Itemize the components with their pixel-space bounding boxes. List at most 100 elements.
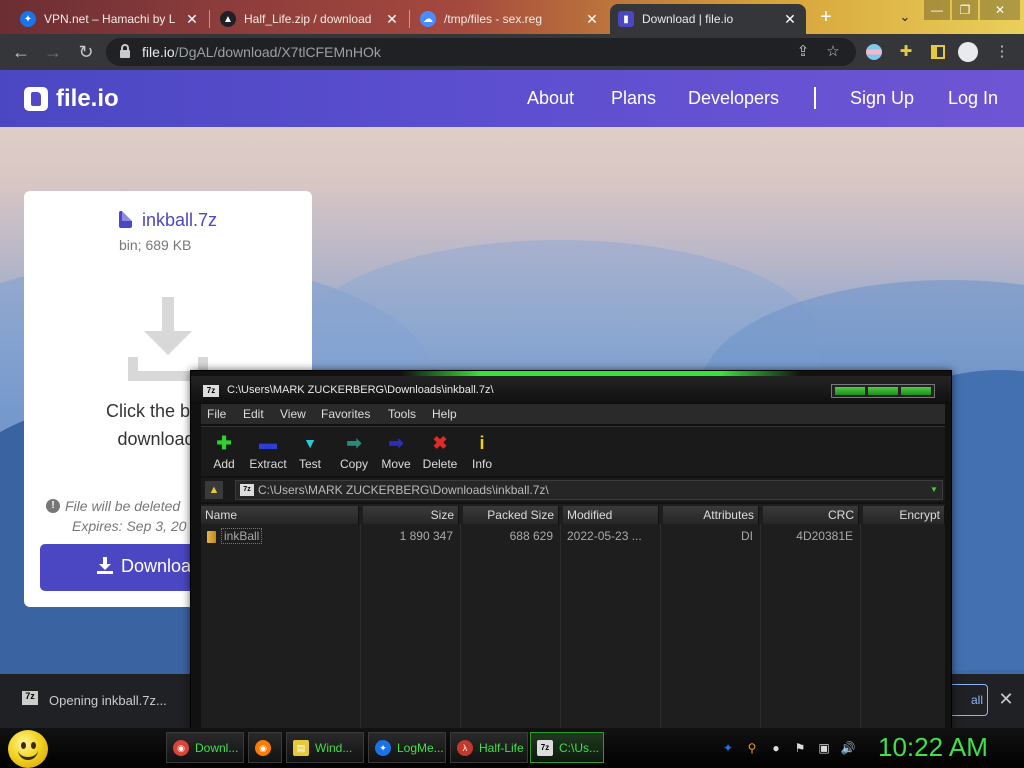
move-button[interactable]: ➡ Move: [373, 431, 419, 475]
task-label: Downl...: [195, 740, 239, 755]
file-name: inkball.7z: [142, 210, 218, 230]
hamachi-tray-icon[interactable]: ✦: [720, 740, 736, 756]
column-divider: [560, 524, 561, 730]
7zip-file-manager-window: 7z C:\Users\MARK ZUCKERBERG\Downloads\in…: [190, 370, 952, 730]
column-divider: [460, 524, 461, 730]
taskbar-item-logmein[interactable]: ✦ LogMe...: [368, 732, 446, 763]
taskbar-item-windows-explorer[interactable]: ▤ Wind...: [286, 732, 364, 763]
address-bar[interactable]: file.io/DgAL/download/X7tlCFEMnHOk ⇪ ☆: [106, 38, 856, 66]
path-combobox[interactable]: 7z C:\Users\MARK ZUCKERBERG\Downloads\in…: [235, 480, 943, 500]
nav-developers[interactable]: Developers: [688, 88, 779, 109]
taskbar-item-firefox[interactable]: ◉: [248, 732, 282, 763]
search-icon[interactable]: ⚲: [744, 740, 760, 756]
chevron-down-icon[interactable]: ▼: [926, 482, 942, 498]
extensions-puzzle-icon[interactable]: ✚: [896, 42, 916, 62]
tab-separator: [209, 10, 210, 28]
start-button-smiley-icon[interactable]: [8, 730, 48, 768]
profile-flag-icon[interactable]: [864, 42, 884, 62]
tab-title: Download | file.io: [642, 12, 734, 26]
column-header-modified[interactable]: Modified: [563, 506, 659, 524]
delete-button[interactable]: ✖ Delete: [415, 431, 465, 475]
7zip-titlebar[interactable]: 7z C:\Users\MARK ZUCKERBERG\Downloads\in…: [191, 376, 951, 404]
nav-about[interactable]: About: [527, 88, 574, 109]
taskbar-item-7zip[interactable]: 7z C:\Us...: [530, 732, 604, 763]
info-button[interactable]: i Info: [459, 431, 505, 475]
task-label: Half-Life: [479, 740, 524, 755]
nav-sign-up[interactable]: Sign Up: [850, 88, 914, 109]
minimize-button[interactable]: [835, 387, 865, 395]
network-icon[interactable]: ▣: [816, 740, 832, 756]
menu-kebab-icon[interactable]: ⋮: [992, 42, 1012, 62]
column-header-attributes[interactable]: Attributes: [663, 506, 759, 524]
tab-search-chevron-icon[interactable]: ⌄: [894, 6, 916, 28]
close-icon[interactable]: ✕: [384, 11, 400, 28]
minimize-button[interactable]: —: [924, 0, 950, 20]
url-text[interactable]: file.io/DgAL/download/X7tlCFEMnHOk: [142, 44, 381, 60]
share-icon[interactable]: ⇪: [794, 43, 812, 61]
bookmark-star-icon[interactable]: ☆: [824, 43, 842, 61]
row-size: 1 890 347: [399, 529, 453, 543]
window-close-button[interactable]: ✕: [980, 0, 1020, 20]
volume-icon[interactable]: 🔊: [840, 740, 856, 756]
task-label: C:\Us...: [559, 740, 600, 755]
menu-view[interactable]: View: [280, 407, 306, 421]
new-tab-button[interactable]: +: [812, 5, 840, 29]
tool-label: Add: [213, 457, 235, 471]
menu-file[interactable]: File: [207, 407, 226, 421]
7zip-icon: 7z: [537, 739, 553, 756]
back-arrow-icon[interactable]: ←: [9, 40, 33, 64]
copy-icon: ➡: [346, 433, 362, 453]
path-row: ▲ 7z C:\Users\MARK ZUCKERBERG\Downloads\…: [201, 478, 945, 502]
add-button[interactable]: ✚ Add: [201, 431, 247, 475]
column-header-size[interactable]: Size: [363, 506, 459, 524]
tab-tmp-files[interactable]: ☁ /tmp/files - sex.reg ✕: [412, 4, 608, 34]
tab-half-life-download[interactable]: ▲ Half_Life.zip / download ✕: [212, 4, 408, 34]
menu-edit[interactable]: Edit: [243, 407, 264, 421]
path-text[interactable]: C:\Users\MARK ZUCKERBERG\Downloads\inkba…: [258, 483, 549, 497]
expires-text: Expires: Sep 3, 20: [72, 518, 187, 534]
taskbar-item-chrome[interactable]: ◉ Downl...: [166, 732, 244, 763]
reload-icon[interactable]: ↻: [74, 40, 98, 64]
fileio-brand[interactable]: file.io: [56, 85, 119, 113]
tab-title: VPN.net – Hamachi by L: [44, 12, 176, 26]
menu-help[interactable]: Help: [432, 407, 457, 421]
folder-up-icon[interactable]: ▲: [205, 481, 223, 499]
nav-log-in[interactable]: Log In: [948, 88, 998, 109]
side-panel-icon[interactable]: [928, 42, 948, 62]
close-button[interactable]: [901, 387, 931, 395]
column-header-crc[interactable]: CRC: [763, 506, 859, 524]
row-name[interactable]: inkBall: [221, 528, 263, 544]
maximize-button[interactable]: ❐: [952, 0, 978, 20]
fileio-logo-icon[interactable]: [24, 87, 48, 111]
maximize-button[interactable]: [868, 387, 898, 395]
column-header-encrypted[interactable]: Encrypt: [863, 506, 945, 524]
7zip-menubar: File Edit View Favorites Tools Help: [201, 404, 945, 424]
column-header-packed-size[interactable]: Packed Size: [463, 506, 559, 524]
archive-file-list: Name Size Packed Size Modified Attribute…: [201, 504, 945, 730]
menu-tools[interactable]: Tools: [388, 407, 416, 421]
browser-tab-strip: ✦ VPN.net – Hamachi by L ✕ ▲ Half_Life.z…: [0, 0, 1024, 34]
column-divider: [360, 524, 361, 730]
shelf-close-button[interactable]: ✕: [996, 688, 1016, 710]
tab-fileio-download[interactable]: ▮ Download | file.io ✕: [610, 4, 806, 34]
column-header-name[interactable]: Name: [201, 506, 359, 524]
menu-favorites[interactable]: Favorites: [321, 407, 370, 421]
close-icon[interactable]: ✕: [584, 11, 600, 28]
close-icon[interactable]: ✕: [184, 11, 200, 28]
copy-button[interactable]: ➡ Copy: [331, 431, 377, 475]
test-button[interactable]: ▼ Test: [287, 431, 333, 475]
clock[interactable]: 10:22 AM: [878, 732, 988, 763]
action-center-flag-icon[interactable]: ⚑: [792, 740, 808, 756]
download-item-status[interactable]: Opening inkball.7z...: [49, 693, 167, 708]
nav-plans[interactable]: Plans: [611, 88, 656, 109]
fileio-favicon-icon: ▮: [618, 11, 634, 27]
status-tray-icon[interactable]: ●: [768, 740, 784, 756]
forward-arrow-icon[interactable]: →: [41, 40, 65, 64]
lock-icon[interactable]: [120, 44, 130, 58]
row-packed-size: 688 629: [509, 529, 553, 543]
account-avatar-icon[interactable]: [958, 42, 978, 62]
taskbar-item-half-life[interactable]: λ Half-Life: [450, 732, 528, 763]
close-icon[interactable]: ✕: [782, 11, 798, 28]
tab-hamachi[interactable]: ✦ VPN.net – Hamachi by L ✕: [12, 4, 208, 34]
tool-label: Info: [471, 457, 492, 471]
